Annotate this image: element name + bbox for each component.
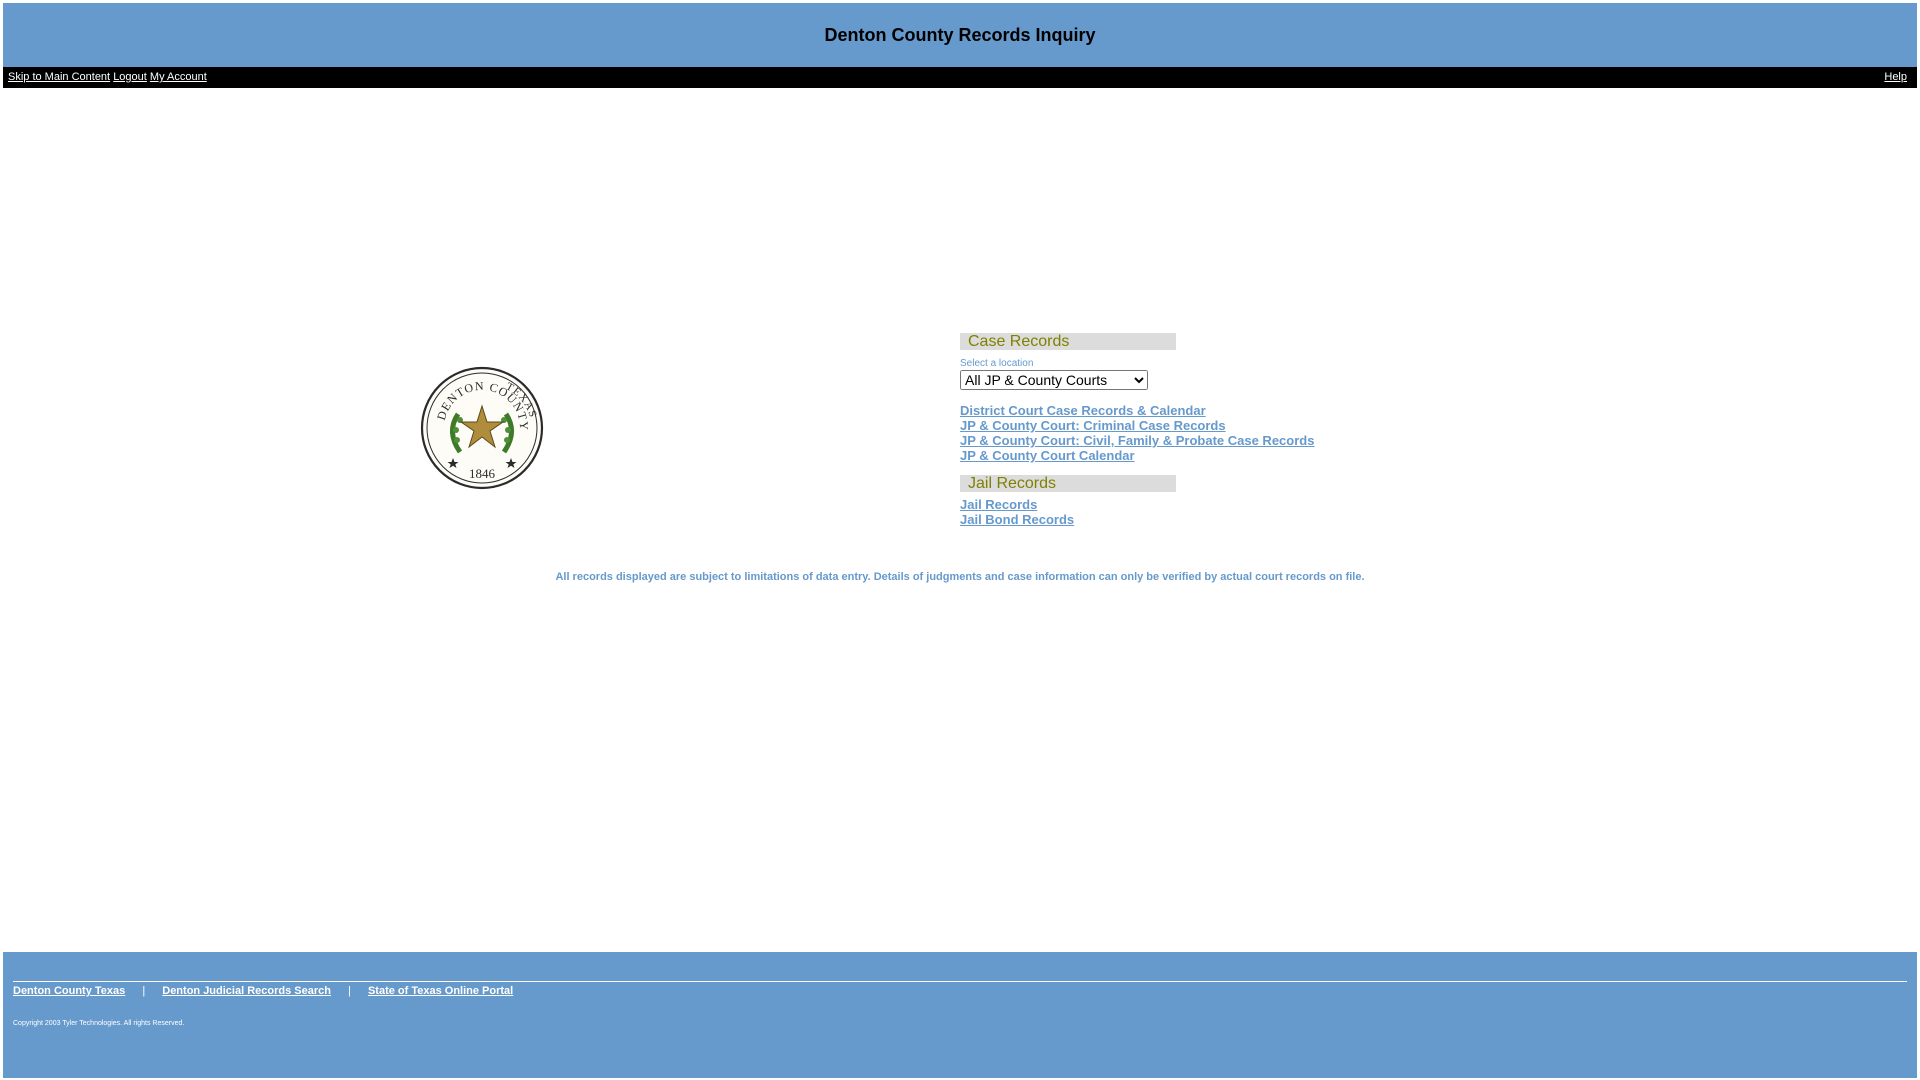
skip-to-main-link[interactable]: Skip to Main Content: [8, 71, 110, 83]
svg-text:1846: 1846: [469, 466, 496, 481]
my-account-link[interactable]: My Account: [150, 71, 207, 83]
location-label: Select a location: [960, 358, 1034, 369]
footer-separator: |: [142, 985, 146, 997]
location-select[interactable]: All JP & County Courts: [960, 370, 1148, 390]
nav-left-links: Skip to Main Content Logout My Account: [8, 71, 207, 83]
page: Denton County Records Inquiry Skip to Ma…: [0, 0, 1920, 1080]
district-court-records-link[interactable]: District Court Case Records & Calendar: [960, 403, 1520, 418]
nav-right-links: Help: [1884, 71, 1907, 83]
jp-county-court-calendar-link[interactable]: JP & County Court Calendar: [960, 448, 1520, 463]
jp-county-civil-family-probate-link[interactable]: JP & County Court: Civil, Family & Proba…: [960, 433, 1520, 448]
jail-records-links: Jail Records Jail Bond Records: [960, 497, 1520, 527]
denton-county-seal-logo: DENTON COUNTY TEXAS 1846: [420, 366, 544, 490]
jail-records-heading: Jail Records: [960, 475, 1176, 492]
page-footer: Denton County Texas | Denton Judicial Re…: [3, 952, 1917, 1078]
copyright-text: Copyright 2003 Tyler Technologies. All r…: [13, 1020, 185, 1027]
state-of-texas-portal-link[interactable]: State of Texas Online Portal: [368, 985, 513, 997]
page-title: Denton County Records Inquiry: [824, 24, 1096, 45]
case-records-heading: Case Records: [960, 333, 1176, 350]
logout-link[interactable]: Logout: [113, 71, 147, 83]
help-link[interactable]: Help: [1884, 71, 1907, 83]
jail-bond-records-link[interactable]: Jail Bond Records: [960, 512, 1520, 527]
page-header: Denton County Records Inquiry: [3, 3, 1917, 67]
records-panel: Case Records Select a location All JP & …: [960, 333, 1520, 527]
footer-links: Denton County Texas | Denton Judicial Re…: [13, 985, 513, 997]
jp-county-criminal-records-link[interactable]: JP & County Court: Criminal Case Records: [960, 418, 1520, 433]
footer-separator: |: [348, 985, 351, 997]
top-nav-bar: Skip to Main Content Logout My Account H…: [3, 67, 1917, 88]
records-disclaimer: All records displayed are subject to lim…: [555, 571, 1365, 583]
denton-county-texas-link[interactable]: Denton County Texas: [13, 985, 125, 997]
jail-records-link[interactable]: Jail Records: [960, 497, 1520, 512]
footer-divider: [13, 981, 1907, 982]
denton-judicial-records-search-link[interactable]: Denton Judicial Records Search: [162, 985, 331, 997]
case-records-links: District Court Case Records & Calendar J…: [960, 403, 1520, 463]
